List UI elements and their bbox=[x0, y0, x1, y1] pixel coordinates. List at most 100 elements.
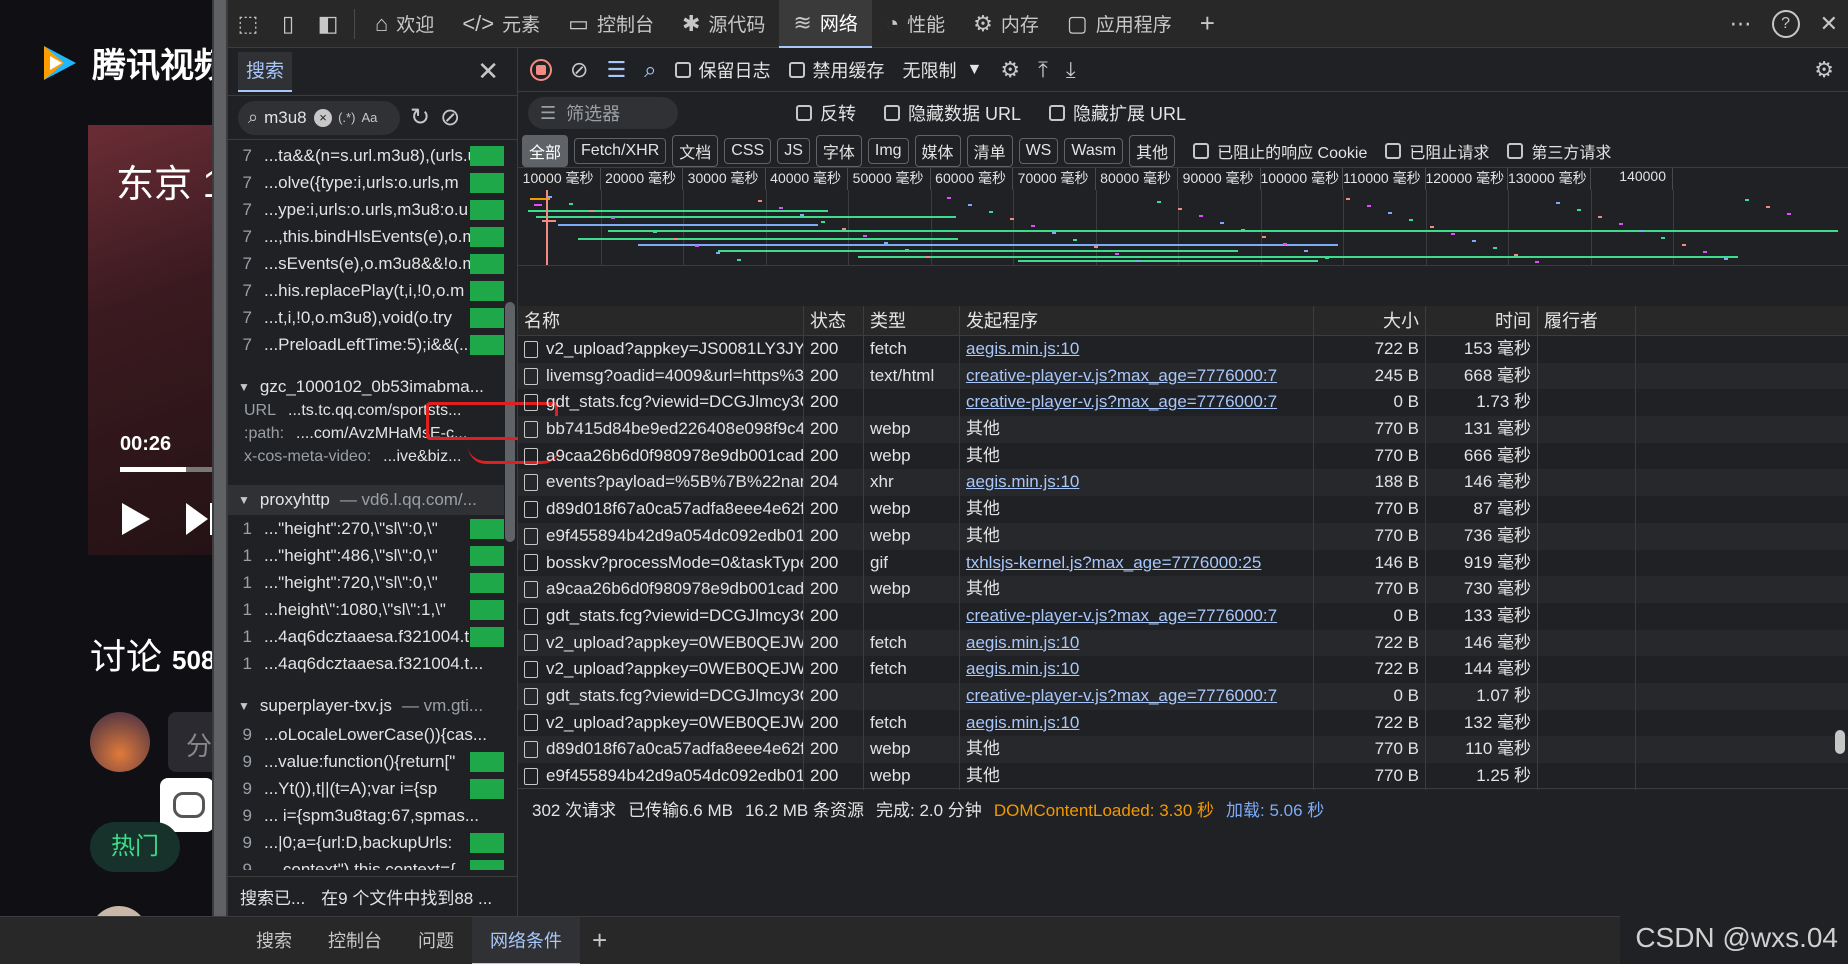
request-initiator[interactable]: aegis.min.js:10 bbox=[960, 709, 1314, 737]
result-line[interactable]: 9 ...value:function(){return[" bbox=[228, 748, 504, 775]
type-checkbox[interactable]: 第三方请求 bbox=[1507, 139, 1611, 163]
add-drawer-tab-button[interactable]: + bbox=[580, 925, 619, 956]
result-file[interactable]: ▼ proxyhttp — vd6.l.qq.com/... bbox=[228, 485, 504, 515]
result-line[interactable]: 7 ...,this.bindHlsEvents(e),o.m bbox=[228, 223, 504, 250]
type-filter-chip[interactable]: 文档 bbox=[672, 134, 719, 167]
result-line[interactable]: 7 ...PreloadLeftTime:5);i&&(... bbox=[228, 331, 504, 358]
comment-icon[interactable] bbox=[160, 778, 214, 832]
import-har-icon[interactable]: ⤒ bbox=[1038, 57, 1048, 83]
result-line[interactable]: 9 ...oLocaleLowerCase()){cas... bbox=[228, 721, 504, 748]
request-name[interactable]: a9caa26b6d0f980978e9db001cad9... bbox=[518, 442, 804, 470]
preserve-log-checkbox[interactable]: 保留日志 bbox=[674, 57, 771, 83]
drawer-tab[interactable]: 网络条件 bbox=[472, 916, 580, 964]
table-row[interactable]: d89d018f67a0ca57adfa8eee4e62fc3a 200 webp 其… bbox=[518, 496, 1848, 523]
type-filter-chip[interactable]: CSS bbox=[724, 137, 772, 164]
refresh-icon[interactable]: ↻ bbox=[410, 103, 430, 132]
disable-cache-checkbox[interactable]: 禁用缓存 bbox=[788, 57, 885, 83]
network-settings-icon[interactable]: ⚙ bbox=[1814, 57, 1834, 83]
drawer-tab[interactable]: 问题 bbox=[400, 917, 472, 964]
request-name[interactable]: gdt_stats.fcg?viewid=DCGJlmcy3Ok... bbox=[518, 389, 804, 417]
clear-results-icon[interactable]: ⊘ bbox=[440, 103, 460, 132]
request-name[interactable]: livemsg?oadid=4009&url=https%3... bbox=[518, 362, 804, 390]
throttling-select[interactable]: 无限制 ▼ bbox=[903, 57, 983, 83]
request-name[interactable]: d89d018f67a0ca57adfa8eee4e62fc3a bbox=[518, 496, 804, 523]
type-filter-chip[interactable]: 字体 bbox=[815, 134, 862, 167]
request-name[interactable]: a9caa26b6d0f980978e9db001cad9... bbox=[518, 576, 804, 603]
column-header[interactable]: 发起程序 bbox=[960, 306, 1314, 335]
clear-log-icon[interactable]: ⊘ bbox=[570, 57, 588, 83]
column-header[interactable]: 状态 bbox=[804, 306, 864, 335]
request-name[interactable]: v2_upload?appkey=0WEB0QEJW44... bbox=[518, 656, 804, 683]
page-scrollbar-thumb[interactable] bbox=[214, 0, 226, 964]
table-row[interactable]: gdt_stats.fcg?viewid=DCGJlmcy3Ok...200 cr… bbox=[518, 389, 1848, 417]
add-tab-button[interactable]: + bbox=[1186, 0, 1229, 48]
type-filter-chip[interactable]: 清单 bbox=[966, 134, 1013, 167]
filter-input[interactable]: ☰ 筛选器 bbox=[528, 97, 678, 129]
type-filter-chip[interactable]: JS bbox=[777, 137, 810, 164]
search-input[interactable]: ⌕ m3u8 × (.*) Aa bbox=[238, 100, 400, 135]
request-name[interactable]: d89d018f67a0ca57adfa8eee4e62fc3a bbox=[518, 736, 804, 763]
tab-console[interactable]: ▭ 控制台 bbox=[554, 0, 668, 48]
result-line[interactable]: 7 ...ype:i,urls:o.urls,m3u8:o.u bbox=[228, 196, 504, 223]
result-line[interactable]: 1 ...4aq6dcztaaesa.f321004.t... bbox=[228, 650, 504, 677]
request-initiator[interactable]: creative-player-v.js?max_age=7776000:7 bbox=[960, 362, 1314, 390]
drawer-tab[interactable]: 搜索 bbox=[238, 917, 310, 964]
network-overview[interactable]: 10000 毫秒 20000 毫秒 30000 毫秒 40000 毫秒 50000 毫秒… bbox=[518, 168, 1848, 266]
network-conditions-icon[interactable]: ⚙ bbox=[1000, 57, 1020, 83]
tab-memory[interactable]: ⚙ 内存 bbox=[959, 0, 1053, 48]
request-initiator[interactable]: aegis.min.js:10 bbox=[960, 629, 1314, 657]
table-scrollbar-thumb[interactable] bbox=[1835, 730, 1845, 754]
result-line[interactable]: 7 ...ta&&(n=s.url.m3u8),(urls.u bbox=[228, 142, 504, 169]
video-player[interactable]: 东京 1/8决 00:26 bbox=[88, 125, 228, 555]
request-name[interactable]: bosskv?processMode=0&taskType... bbox=[518, 549, 804, 577]
request-initiator[interactable]: txhlsjs-kernel.js?max_age=7776000:25 bbox=[960, 549, 1314, 577]
result-line[interactable]: 1 ..."height":720,\"sl\":0,\" bbox=[228, 569, 504, 596]
request-name[interactable]: v2_upload?appkey=JS0081LY3JY6J3 bbox=[518, 336, 804, 363]
request-name[interactable]: bb7415d84be9ed226408e098f9c4b... bbox=[518, 416, 804, 443]
table-row[interactable]: gdt_stats.fcg?viewid=DCGJlmcy3Ok...200 cr… bbox=[518, 602, 1848, 630]
play-icon[interactable] bbox=[122, 503, 150, 535]
next-icon[interactable] bbox=[186, 503, 208, 535]
dock-icon[interactable]: ◧ bbox=[308, 0, 348, 48]
invert-checkbox[interactable]: 反转 bbox=[796, 100, 856, 126]
result-line[interactable]: 9 ... context"),this.context={ bbox=[228, 856, 504, 870]
request-initiator[interactable]: aegis.min.js:10 bbox=[960, 656, 1314, 683]
table-row[interactable]: v2_upload?appkey=JS0081LY3JY6J3 200 fetch a… bbox=[518, 336, 1848, 363]
close-icon[interactable]: ✕ bbox=[477, 56, 499, 87]
type-filter-chip[interactable]: 媒体 bbox=[914, 134, 961, 167]
type-filter-chip[interactable]: Img bbox=[867, 137, 909, 164]
result-file[interactable]: ▼ gzc_1000102_0b53imabma... bbox=[228, 372, 504, 402]
request-name[interactable]: gdt_stats.fcg?viewid=DCGJlmcy3Ok... bbox=[518, 682, 804, 710]
record-button[interactable] bbox=[530, 58, 552, 81]
result-line[interactable]: 1 ..."height":486,\"sl\":0,\" bbox=[228, 542, 504, 569]
table-row[interactable]: v2_upload?appkey=0WEB0QEJW44...200fetcha… bbox=[518, 656, 1848, 683]
filter-toggle-icon[interactable]: ☰ bbox=[606, 57, 626, 83]
result-line[interactable]: 9 ... i={spm3u8tag:67,spmas... bbox=[228, 802, 504, 829]
hide-extension-url-checkbox[interactable]: 隐藏扩展 URL bbox=[1049, 100, 1186, 126]
table-row[interactable]: e9f455894b42d9a054dc092edb01f4...200webp… bbox=[518, 763, 1848, 790]
table-row[interactable]: bosskv?processMode=0&taskType... 200 gif tx… bbox=[518, 549, 1848, 577]
result-line[interactable]: 1 ...4aq6dcztaaesa.f321004.t bbox=[228, 623, 504, 650]
results-scrollbar[interactable] bbox=[505, 152, 515, 874]
regex-toggle[interactable]: (.*) bbox=[338, 110, 355, 125]
request-initiator[interactable]: creative-player-v.js?max_age=7776000:7 bbox=[960, 682, 1314, 710]
request-name[interactable]: e9f455894b42d9a054dc092edb01f4... bbox=[518, 763, 804, 790]
request-name[interactable]: gdt_stats.fcg?viewid=DCGJlmcy3Ok... bbox=[518, 602, 804, 630]
table-row[interactable]: events?payload=%5B%7B%22name...204xhraeg… bbox=[518, 469, 1848, 497]
result-line[interactable]: 1 ...height\":1080,\"sl\":1,\" bbox=[228, 596, 504, 623]
type-filter-chip[interactable]: WS bbox=[1018, 137, 1059, 164]
search-tab[interactable]: 搜索 bbox=[238, 51, 293, 92]
close-devtools-icon[interactable]: ✕ bbox=[1820, 11, 1838, 37]
request-initiator[interactable]: creative-player-v.js?max_age=7776000:7 bbox=[960, 389, 1314, 417]
chevron-down-icon[interactable]: ▼ bbox=[238, 380, 250, 394]
column-header[interactable]: 时间 bbox=[1426, 306, 1538, 335]
tencent-video-logo[interactable]: 腾讯视频 bbox=[36, 38, 228, 87]
request-initiator[interactable]: aegis.min.js:10 bbox=[960, 469, 1314, 497]
table-row[interactable]: bb7415d84be9ed226408e098f9c4b... 200 webp 其… bbox=[518, 416, 1848, 443]
result-file[interactable]: ▼ superplayer-txv.js — vm.gti... bbox=[228, 691, 504, 721]
chevron-down-icon[interactable]: ▼ bbox=[238, 699, 250, 713]
table-row[interactable]: v2_upload?appkey=0WEB0QEJW44...200fetcha… bbox=[518, 629, 1848, 657]
table-row[interactable]: v2_upload?appkey=0WEB0QEJW44...200fetcha… bbox=[518, 709, 1848, 737]
result-line[interactable]: 7 ...olve({type:i,urls:o.urls,m bbox=[228, 169, 504, 196]
help-icon[interactable]: ? bbox=[1771, 10, 1800, 38]
